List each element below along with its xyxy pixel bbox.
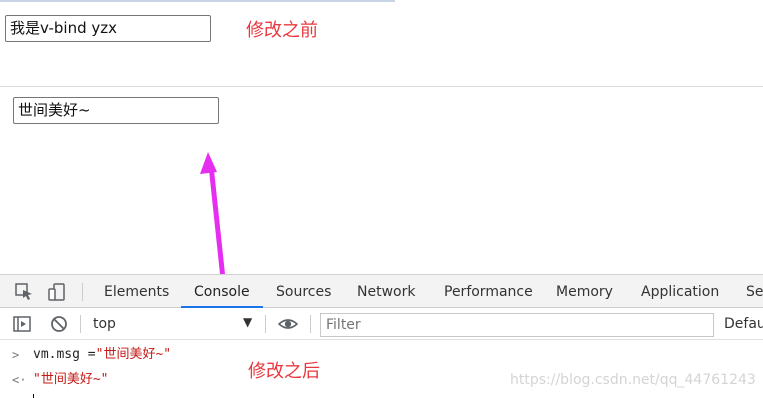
sidebar-toggle-icon[interactable] — [12, 314, 32, 334]
tab-console[interactable]: Console — [181, 275, 263, 308]
context-dropdown-icon[interactable]: ▼ — [243, 315, 252, 329]
console-command: vm.msg ="世间美好~" — [33, 347, 172, 362]
clear-console-icon[interactable] — [49, 314, 69, 334]
annotation-before: 修改之前 — [246, 20, 318, 41]
tab-network[interactable]: Network — [357, 275, 415, 308]
tab-performance[interactable]: Performance — [444, 275, 533, 308]
screenshot: 我是v-bind yzx 修改之前 世间美好~ Elements Console… — [0, 0, 763, 398]
console-result: "世间美好~" — [33, 372, 109, 387]
frame-divider — [0, 86, 763, 87]
inspect-icon[interactable] — [14, 282, 34, 302]
tab-sources[interactable]: Sources — [276, 275, 331, 308]
log-levels-dropdown[interactable]: Defau — [724, 308, 763, 340]
console-filter-input[interactable]: Filter — [320, 313, 714, 337]
input-prompt-icon: > — [12, 348, 20, 362]
console-caret[interactable] — [33, 394, 34, 398]
tab-application[interactable]: Application — [641, 275, 719, 308]
tab-memory[interactable]: Memory — [556, 275, 613, 308]
text-input-before[interactable]: 我是v-bind yzx — [5, 15, 211, 42]
arrow-head — [200, 152, 217, 174]
device-toggle-icon[interactable] — [47, 282, 67, 302]
console-input-line: > vm.msg ="世间美好~" — [0, 345, 763, 365]
eye-icon[interactable] — [278, 314, 298, 334]
tab-security[interactable]: Se — [746, 275, 763, 308]
toolbar-separator — [265, 315, 266, 333]
toolbar-separator — [82, 283, 83, 301]
tab-elements[interactable]: Elements — [104, 275, 169, 308]
toolbar-separator — [80, 315, 81, 333]
toolbar-separator — [310, 315, 311, 333]
result-arrow-icon: <· — [12, 373, 27, 387]
context-selector[interactable]: top — [93, 308, 116, 340]
console-toolbar: top ▼ Filter Defau — [0, 308, 763, 340]
devtools-tabbar: Elements Console Sources Network Perform… — [0, 274, 763, 308]
top-divider — [0, 0, 395, 2]
annotation-after: 修改之后 — [248, 361, 320, 382]
watermark: https://blog.csdn.net/qq_44761243 — [510, 372, 756, 388]
text-input-after[interactable]: 世间美好~ — [13, 97, 219, 124]
